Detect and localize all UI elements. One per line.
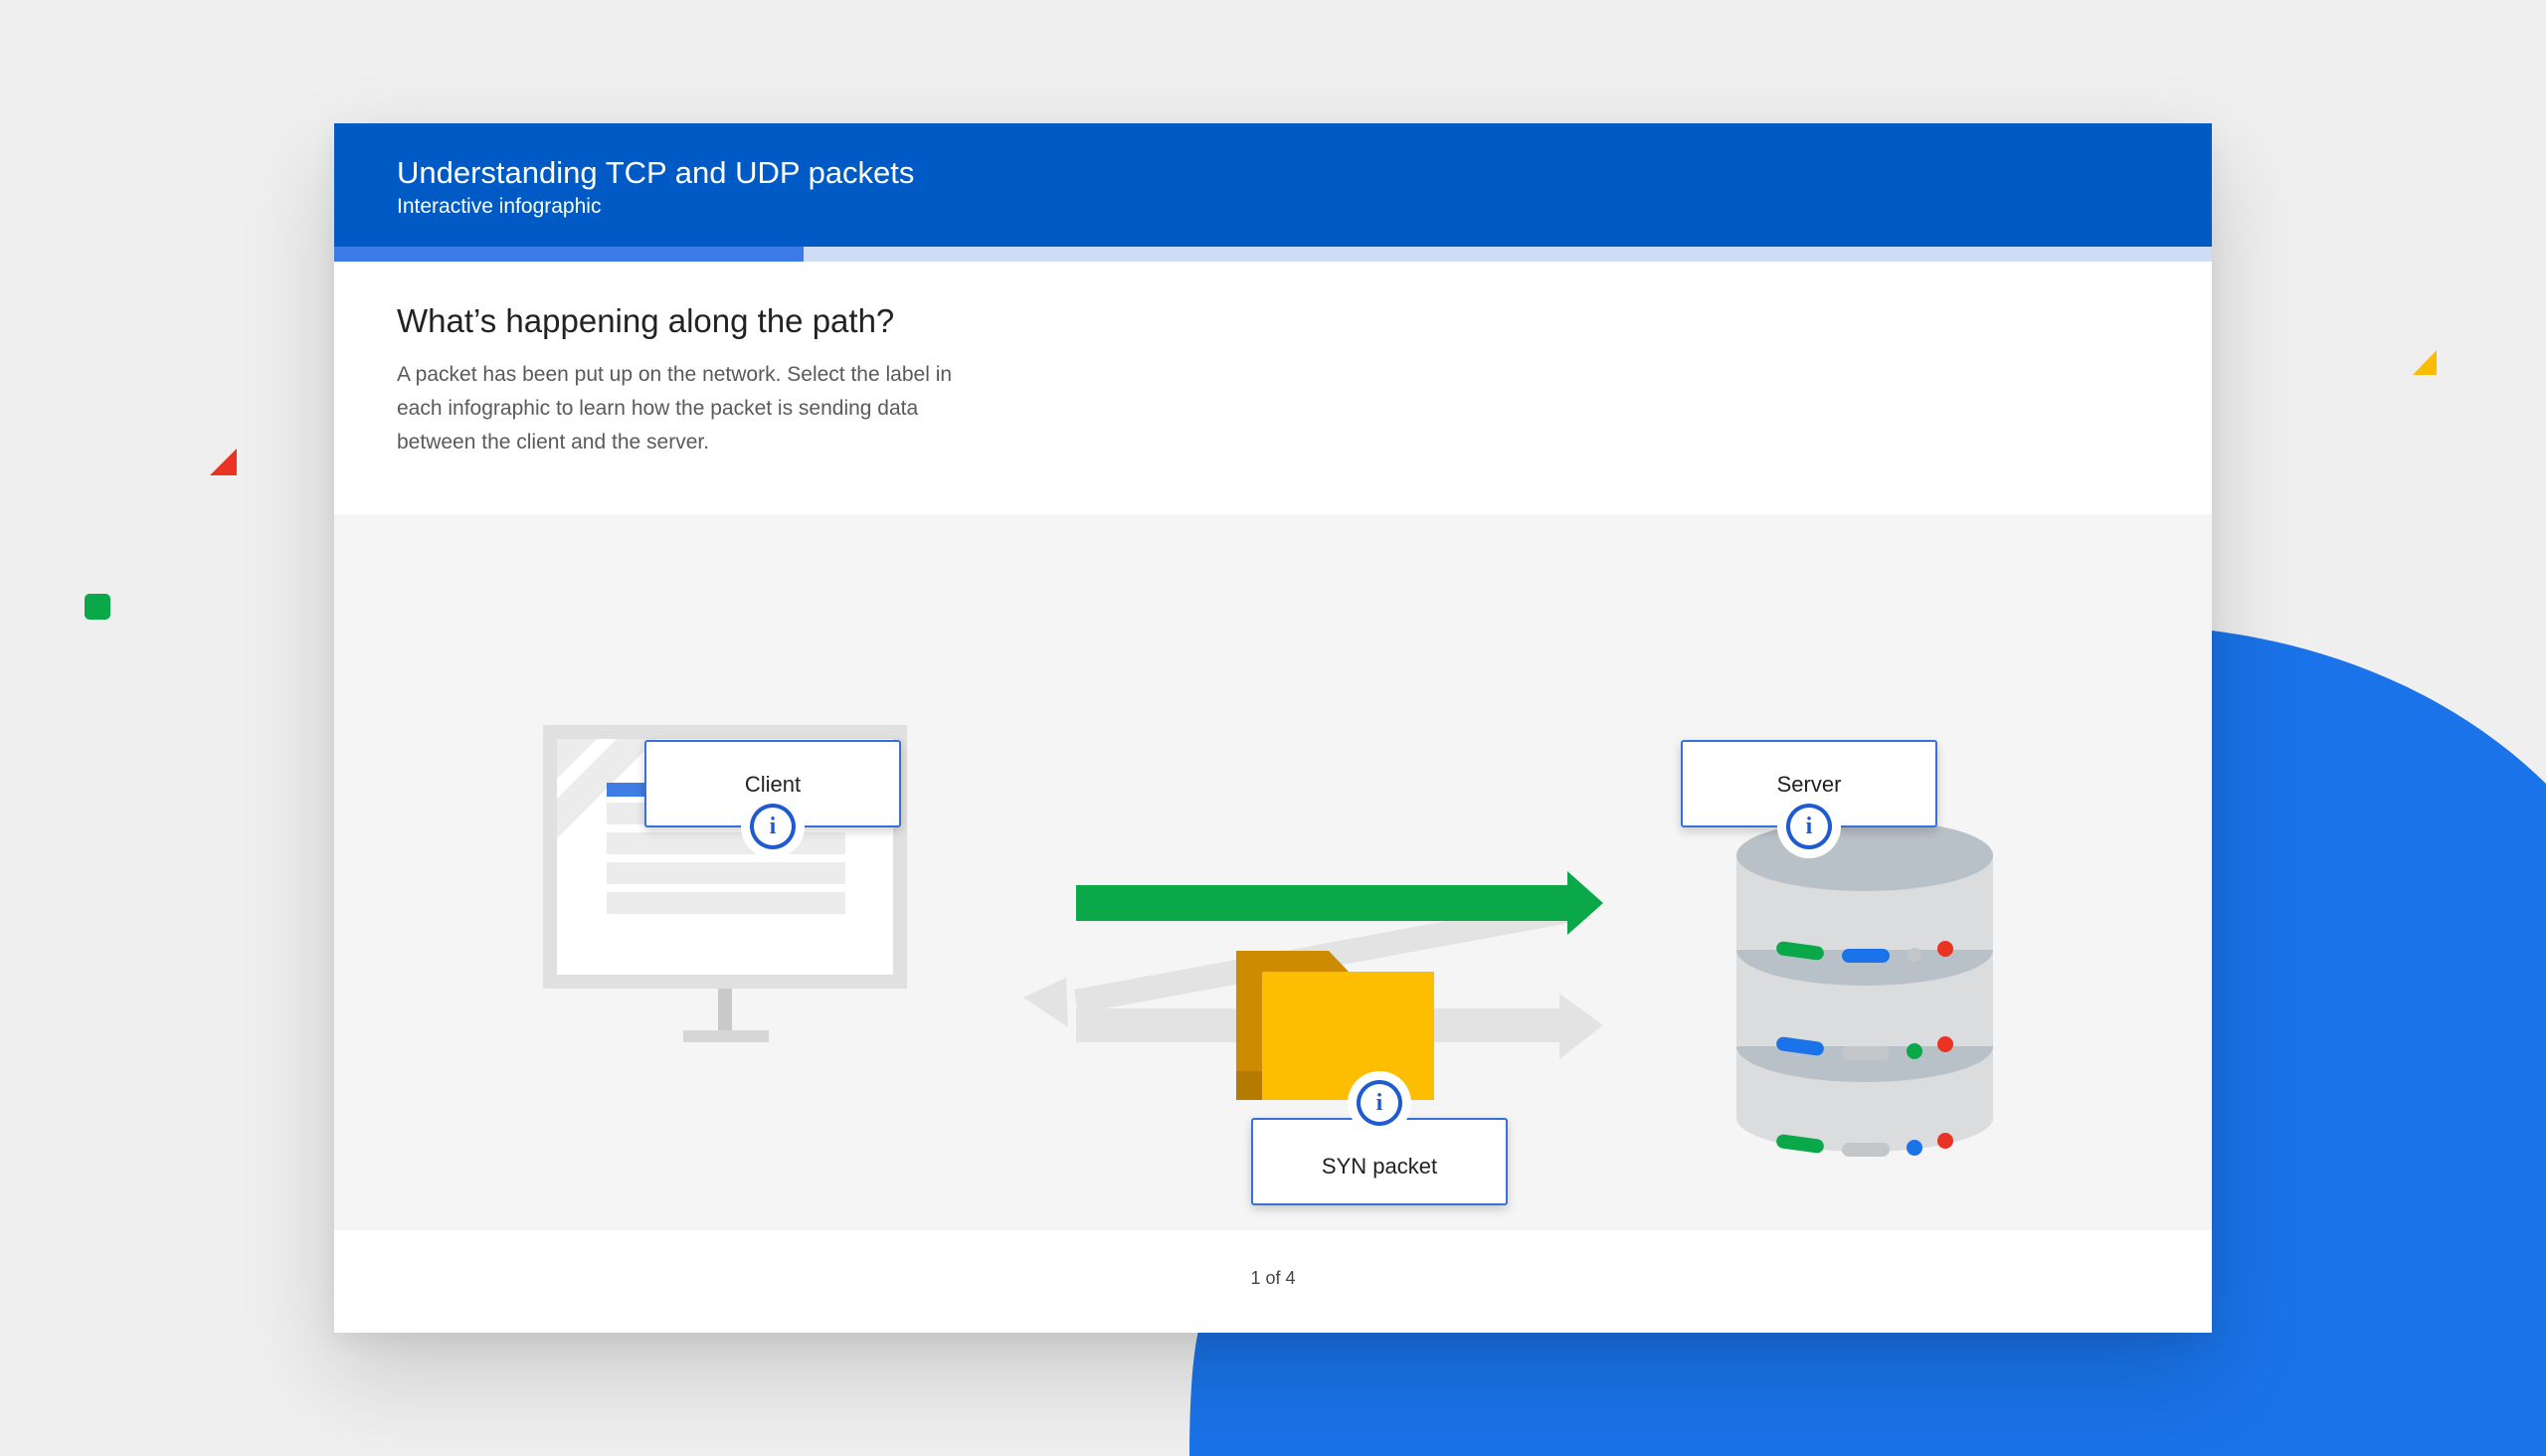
syn-packet-info-icon[interactable]: i [1348,1071,1411,1135]
folder-icon [1236,951,1434,1100]
intro-section: What’s happening along the path? A packe… [397,302,994,459]
section-description: A packet has been put up on the network.… [397,363,953,454]
footer: 1 of 4 [334,1230,2212,1333]
progress-bar-fill [334,247,804,262]
info-icon: i [1361,1084,1398,1122]
info-icon: i [1790,808,1828,845]
header-bar: Understanding TCP and UDP packets Intera… [334,123,2212,247]
section-heading: What’s happening along the path? [397,302,895,339]
page-title: Understanding TCP and UDP packets [397,155,915,190]
infographic-card: Understanding TCP and UDP packets Intera… [334,123,2212,1333]
page-subtitle: Interactive infographic [397,195,602,218]
progress-bar [334,247,2212,262]
info-icon: i [754,808,792,845]
diagram-stage: Client i Server i SYN packet i [334,514,2212,1230]
server-database-illustration [1736,819,1993,1157]
red-triangle-decoration [210,449,237,475]
yellow-triangle-decoration [2413,350,2437,375]
syn-packet-label-text: SYN packet [1321,1154,1438,1179]
client-info-icon[interactable]: i [741,795,805,858]
server-info-icon[interactable]: i [1777,795,1841,858]
page-counter: 1 of 4 [1250,1268,1296,1288]
green-square-decoration [85,594,110,620]
